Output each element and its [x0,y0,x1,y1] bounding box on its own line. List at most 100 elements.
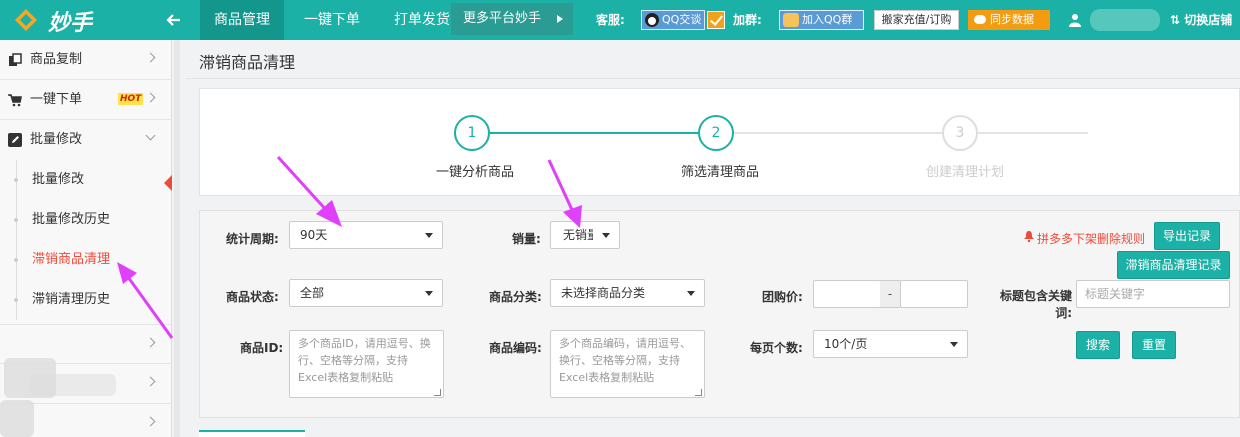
group-people-icon [783,13,799,27]
bullet-icon [14,298,18,302]
title-keyword-input[interactable] [1076,280,1230,308]
caret-down-icon [425,233,433,238]
sales-value: 无销量 [563,228,593,242]
step-connector [978,132,1088,134]
blurred-area [0,400,34,437]
more-platform-button[interactable]: 更多平台妙手 [451,3,573,35]
sidebar-item-product-copy[interactable]: 商品复制 [0,40,172,80]
sidebar-subitem-label: 批量修改历史 [32,212,111,227]
group-price-max-input[interactable] [900,280,968,308]
sidebar-subitem-label: 滞销清理历史 [32,292,111,307]
service-label: 客服: [596,13,625,27]
chevron-right-icon [145,337,156,348]
brand[interactable]: 妙手 [0,0,170,40]
sidebar-subitem-label: 滞销商品清理 [32,252,111,267]
product-code-label: 商品编码: [489,341,542,355]
page-title: 滞销商品清理 [199,53,296,72]
export-records-button[interactable]: 导出记录 [1154,222,1220,250]
sidebar-item-label: 批量修改 [30,132,83,147]
status-select[interactable]: 全部 [289,279,443,307]
product-code-textarea[interactable] [550,330,705,398]
user-icon[interactable] [1068,13,1082,27]
edit-icon [8,133,22,147]
sidebar-subitem-label: 批量修改 [32,172,85,187]
verified-check-icon [707,11,725,29]
sidebar-subitem-cleanup-history[interactable]: 滞销清理历史 [0,280,172,320]
bullet-icon [14,178,18,182]
price-separator: - [880,280,900,308]
caret-down-icon [687,291,695,296]
tab-one-click-order[interactable]: 一键下单 [304,0,360,40]
qq-chat-label: QQ交谈 [662,13,702,26]
step-connector [490,132,700,134]
hot-badge: HOT [118,93,144,105]
group-price-label: 团购价: [762,290,803,304]
sidebar-scrollbar[interactable] [174,40,180,437]
cleanup-records-button[interactable]: 滞销商品清理记录 [1117,251,1230,279]
title-keyword-label: 标题包含关键词: [1000,289,1073,320]
caret-down-icon [950,342,958,347]
qq-chat-button[interactable]: QQ交谈 [641,10,705,30]
copy-icon [9,53,22,66]
resize-handle-icon[interactable] [695,389,702,396]
search-button[interactable]: 搜索 [1076,331,1120,359]
join-qq-group-label: 加入QQ群 [802,13,853,26]
per-page-label: 每页个数: [750,341,803,355]
period-label: 统计周期: [226,232,279,246]
logo-icon [15,9,37,31]
reset-button[interactable]: 重置 [1132,331,1176,359]
sales-select[interactable]: 无销量 [550,221,620,249]
category-value: 未选择商品分类 [561,286,646,300]
caret-down-icon [602,233,610,238]
step-connector [734,132,944,134]
period-value: 90天 [300,228,328,242]
sales-label: 销量: [512,232,541,246]
category-select[interactable]: 未选择商品分类 [550,279,705,307]
tab-print-ship[interactable]: 打单发货 [394,0,452,40]
results-tab[interactable] [199,430,305,437]
per-page-select[interactable]: 10个/页 [813,330,968,358]
recharge-button[interactable]: 搬家充值/订购 [874,10,959,30]
switch-store-button[interactable]: ⇅ 切换店铺 [1170,0,1232,40]
status-value: 全部 [300,286,325,300]
category-label: 商品分类: [489,290,542,304]
chevron-right-icon [145,92,156,103]
sidebar-item-label: 商品复制 [30,52,83,67]
steps-card: 1 2 3 一键分析商品 筛选清理商品 创建清理计划 [199,88,1240,196]
brand-name: 妙手 [48,11,93,36]
qq-penguin-icon [645,13,659,27]
status-label: 商品状态: [226,290,279,304]
switch-store-label: 切换店铺 [1184,13,1233,27]
bullet-icon [14,218,18,222]
sidebar-item-batch-edit[interactable]: 批量修改 [0,120,172,160]
sidebar-item-one-click-order[interactable]: 一键下单 HOT [0,80,172,120]
sidebar: 商品复制 一键下单 HOT 批量修改 批量修改 批量修改历史 滞销商品清理 滞销… [0,40,172,437]
product-id-textarea[interactable] [289,330,444,398]
step-2-label: 筛选清理商品 [681,165,760,180]
chevron-down-icon [145,130,156,141]
caret-down-icon [425,291,433,296]
step-3-label: 创建清理计划 [926,165,1005,180]
join-group-label: 加群: [733,13,762,27]
divider [186,78,1240,79]
chevron-right-icon [145,52,156,63]
group-price-min-input[interactable] [813,280,881,308]
tab-product-management[interactable]: 商品管理 [200,0,284,40]
product-id-label: 商品ID: [240,341,284,355]
sidebar-subitem-batch-edit-history[interactable]: 批量修改历史 [0,200,172,240]
step-1-label: 一键分析商品 [436,165,515,180]
sidebar-subitem-slow-moving-cleanup[interactable]: 滞销商品清理 [0,240,172,280]
step-2-circle: 2 [698,115,734,151]
sidebar-subitem-batch-edit[interactable]: 批量修改 [0,160,172,200]
blurred-area [30,374,116,396]
join-qq-group-button[interactable]: 加入QQ群 [779,10,864,30]
sync-data-button[interactable]: 同步数据 [968,10,1050,30]
arrow-left-icon[interactable] [164,10,184,30]
more-platform-label: 更多平台妙手 [463,11,542,26]
period-select[interactable]: 90天 [289,221,443,249]
delist-rule-link[interactable]: 拼多多下架删除规则 [1024,230,1145,247]
caret-right-icon [557,15,563,23]
resize-handle-icon[interactable] [434,389,441,396]
bullet-icon [14,258,18,262]
top-navbar: 妙手 商品管理 一键下单 打单发货 更多平台妙手 客服: QQ交谈 加群: 加入… [0,0,1240,40]
